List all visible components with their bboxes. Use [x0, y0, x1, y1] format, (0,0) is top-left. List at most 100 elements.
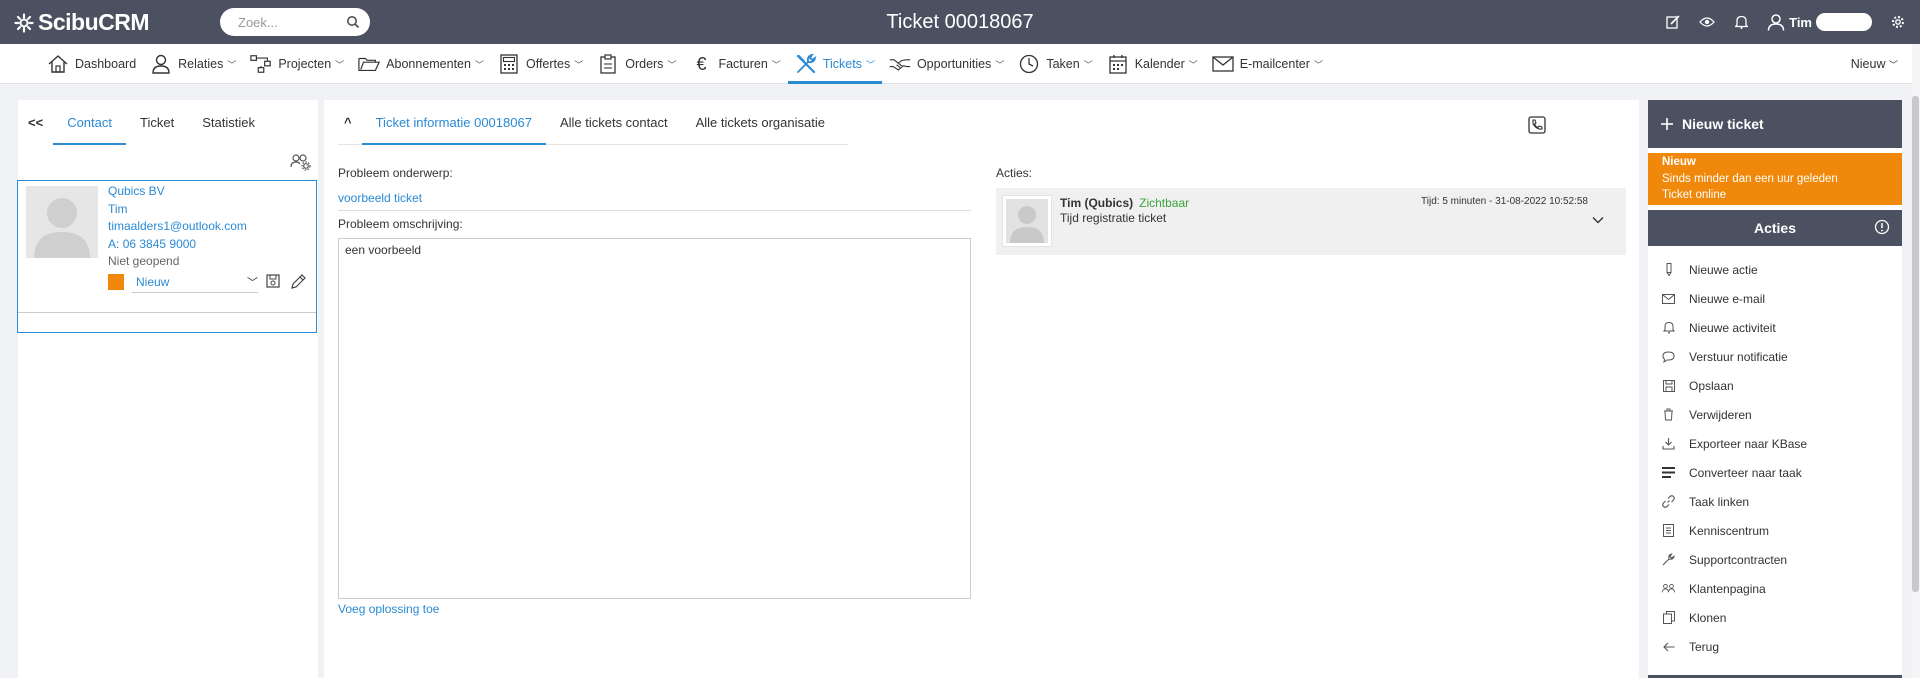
save-status-icon[interactable] — [266, 274, 282, 290]
menu-tickets[interactable]: Tickets ﹀ — [787, 44, 883, 84]
edit-icon[interactable] — [1665, 14, 1681, 30]
tab-statistiek[interactable]: Statistiek — [188, 100, 269, 145]
user-menu[interactable]: Tim — [1767, 13, 1872, 31]
contact-phone[interactable]: 06 3845 9000 — [123, 237, 196, 251]
menu-projecten[interactable]: Projecten ﹀ — [243, 44, 351, 84]
action-klantenpagina[interactable]: Klantenpagina — [1648, 574, 1902, 603]
status-value: Nieuw — [136, 274, 170, 289]
contact-opened-status: Niet geopend — [108, 254, 180, 268]
phone-icon[interactable] — [1528, 116, 1546, 134]
menu-kalender[interactable]: Kalender ﹀ — [1100, 44, 1205, 84]
info-icon[interactable] — [1874, 219, 1890, 235]
settings-gear-icon[interactable] — [1890, 14, 1906, 30]
action-label: Verwijderen — [1689, 407, 1752, 422]
nieuw-menu[interactable]: Nieuw ﹀ — [1851, 57, 1898, 71]
action-klonen[interactable]: Klonen — [1648, 603, 1902, 632]
avatar — [1002, 195, 1052, 247]
chevron-down-icon: ﹀ — [1888, 60, 1898, 70]
chevron-down-icon: ﹀ — [335, 59, 345, 70]
action-time: Tijd: 5 minuten - 31-08-2022 10:52:58 — [1421, 196, 1588, 207]
new-ticket-label: Nieuw ticket — [1682, 116, 1764, 132]
contact-name[interactable]: Tim — [108, 201, 247, 219]
tab-all-tickets-organisation[interactable]: Alle tickets organisatie — [682, 100, 839, 144]
action-item[interactable]: Tim (Qubics) Zichtbaar Tijd registratie t… — [996, 188, 1626, 255]
ticket-tabs: ^ Ticket informatie 00018067 Alle ticket… — [338, 100, 848, 145]
menu-dashboard[interactable]: Dashboard — [40, 44, 143, 84]
contact-panel: << Contact Ticket Statistiek Qubics BV T… — [17, 100, 318, 678]
menu-relaties[interactable]: Relaties ﹀ — [143, 44, 243, 84]
menu-orders[interactable]: Orders ﹀ — [590, 44, 683, 84]
action-label: Converteer naar taak — [1689, 465, 1802, 480]
tools-icon — [795, 53, 817, 75]
add-solution-link[interactable]: Voeg oplossing toe — [338, 602, 439, 616]
tab-ticket[interactable]: Ticket — [126, 100, 188, 145]
action-nieuwe-activiteit[interactable]: Nieuwe activiteit — [1648, 313, 1902, 342]
subject-field[interactable]: voorbeeld ticket — [338, 191, 971, 211]
menu-abonnementen[interactable]: Abonnementen ﹀ — [351, 44, 491, 84]
collapse-tabs-button[interactable]: ^ — [338, 100, 362, 144]
status-select[interactable]: Nieuw ﹀ — [132, 271, 258, 293]
avatar — [26, 186, 98, 258]
logo-gear-icon — [14, 12, 34, 33]
action-label: Terug — [1689, 639, 1720, 654]
brand-name: ScibuCRM — [38, 9, 150, 35]
action-visibility: Zichtbaar — [1139, 196, 1190, 210]
tab-ticket-info[interactable]: Ticket informatie 00018067 — [361, 100, 547, 145]
page-scrollbar[interactable] — [1912, 44, 1920, 678]
top-icons: Tim — [1665, 0, 1906, 44]
action-verstuur-notificatie[interactable]: Verstuur notificatie — [1648, 342, 1902, 371]
action-converteer-taak[interactable]: Converteer naar taak — [1648, 458, 1902, 487]
menu-facturen[interactable]: € Facturen ﹀ — [683, 44, 787, 84]
menu-abonnementen-label: Abonnementen — [386, 57, 471, 71]
new-ticket-button[interactable]: Nieuw ticket — [1648, 100, 1902, 148]
action-verwijderen[interactable]: Verwijderen — [1648, 400, 1902, 429]
action-label: Nieuwe actie — [1689, 262, 1758, 277]
action-terug[interactable]: Terug — [1648, 632, 1902, 661]
contact-company[interactable]: Qubics BV — [108, 183, 247, 201]
action-label: Klonen — [1689, 610, 1727, 625]
scrollbar-thumb[interactable] — [1912, 96, 1919, 592]
contact-email[interactable]: timaalders1@outlook.com — [108, 218, 247, 236]
chevron-down-icon: ﹀ — [865, 59, 875, 70]
contact-settings-icon[interactable] — [290, 153, 312, 171]
calendar-icon — [1107, 53, 1129, 75]
action-label: Nieuwe activiteit — [1689, 320, 1776, 335]
tab-all-tickets-contact[interactable]: Alle tickets contact — [546, 100, 682, 144]
chevron-down-icon: ﹀ — [667, 59, 677, 70]
subject-label: Probleem onderwerp: — [338, 166, 453, 180]
chevron-down-icon: ﹀ — [1313, 59, 1323, 70]
search-icon[interactable] — [346, 15, 360, 29]
envelope-icon — [1662, 292, 1675, 305]
clock-icon — [1018, 53, 1040, 75]
description-textarea[interactable]: een voorbeeld — [338, 238, 971, 599]
menu-taken[interactable]: Taken ﹀ — [1011, 44, 1099, 84]
bell-icon[interactable] — [1733, 14, 1749, 30]
status-row: Nieuw ﹀ — [108, 271, 306, 293]
contact-card[interactable]: Qubics BV Tim timaalders1@outlook.com A:… — [17, 180, 317, 333]
menu-opportunities[interactable]: Opportunities ﹀ — [882, 44, 1011, 84]
action-taak-linken[interactable]: Taak linken — [1648, 487, 1902, 516]
collapse-left-button[interactable]: << — [18, 100, 53, 145]
chevron-down-icon: ﹀ — [227, 59, 237, 70]
eye-icon[interactable] — [1699, 14, 1715, 30]
logo[interactable]: ScibuCRM — [14, 9, 150, 36]
chevron-down-icon[interactable] — [1592, 214, 1604, 226]
menu-emailcenter[interactable]: E-mailcenter ﹀ — [1205, 44, 1330, 84]
group-icon — [1662, 582, 1675, 595]
menu-offertes-label: Offertes — [525, 57, 571, 71]
chevron-down-icon: ﹀ — [771, 59, 781, 70]
person-icon — [150, 53, 172, 75]
contact-phone-prefix: A: — [108, 236, 120, 251]
action-nieuwe-email[interactable]: Nieuwe e-mail — [1648, 284, 1902, 313]
action-opslaan[interactable]: Opslaan — [1648, 371, 1902, 400]
menu-offertes[interactable]: Offertes ﹀ — [491, 44, 590, 84]
tab-contact[interactable]: Contact — [53, 100, 126, 145]
search-box[interactable] — [220, 8, 370, 36]
action-supportcontracten[interactable]: Supportcontracten — [1648, 545, 1902, 574]
menu-emailcenter-label: E-mailcenter — [1239, 57, 1310, 71]
action-kenniscentrum[interactable]: Kenniscentrum — [1648, 516, 1902, 545]
action-exporteer-kbase[interactable]: Exporteer naar KBase — [1648, 429, 1902, 458]
action-nieuwe-actie[interactable]: Nieuwe actie — [1648, 255, 1902, 284]
search-input[interactable] — [238, 14, 346, 30]
edit-pencil-icon[interactable] — [290, 274, 306, 290]
